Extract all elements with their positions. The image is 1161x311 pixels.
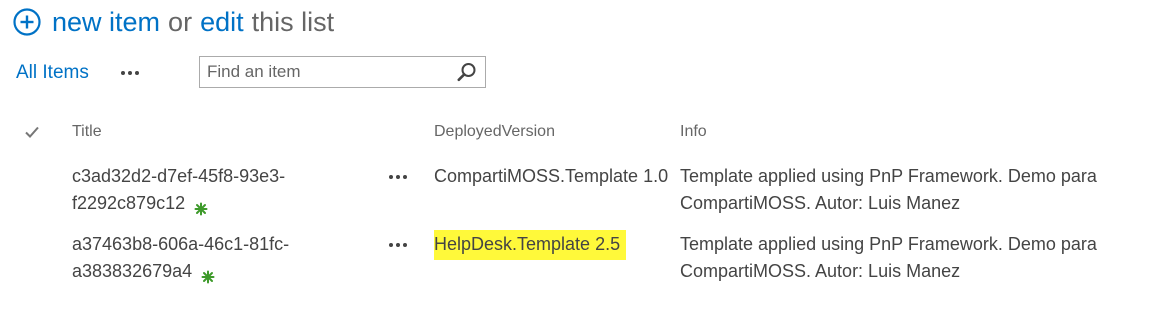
checkmark-icon[interactable]	[24, 124, 40, 140]
ellipsis-icon[interactable]	[389, 175, 407, 179]
view-tab-all-items[interactable]: All Items	[16, 62, 89, 84]
table-row[interactable]: a37463b8-606a-46c1-81fc- a383832679a4 He…	[0, 230, 1161, 297]
ellipsis-icon[interactable]	[120, 71, 139, 75]
or-text: or	[168, 7, 193, 37]
circle-plus-icon[interactable]	[12, 7, 42, 37]
title-cell: a37463b8-606a-46c1-81fc- a383832679a4	[72, 231, 372, 285]
ellipsis-icon[interactable]	[389, 243, 407, 247]
deployed-version-cell: CompartiMOSS.Template 1.0	[434, 166, 669, 186]
item-title-line2[interactable]: a383832679a4	[72, 261, 192, 281]
new-item-link[interactable]: new item	[52, 2, 160, 42]
info-cell: Template applied using PnP Framework. De…	[680, 234, 1097, 281]
view-toolbar: All Items	[16, 55, 486, 91]
info-cell: Template applied using PnP Framework. De…	[680, 166, 1097, 213]
magnifier-icon[interactable]	[457, 62, 477, 82]
table-row[interactable]: c3ad32d2-d7ef-45f8-93e3- f2292c879c12 Co…	[0, 163, 1161, 229]
search-input[interactable]	[200, 58, 447, 86]
title-cell: c3ad32d2-d7ef-45f8-93e3- f2292c879c12	[72, 163, 372, 217]
item-title-line2[interactable]: f2292c879c12	[72, 193, 185, 213]
new-star-icon	[194, 197, 208, 216]
column-header-deployed-version[interactable]: DeployedVersion	[434, 112, 555, 152]
column-header-info[interactable]: Info	[680, 112, 707, 152]
item-title-line1[interactable]: c3ad32d2-d7ef-45f8-93e3-	[72, 166, 285, 186]
edit-list-link[interactable]: edit	[200, 2, 244, 42]
item-title-line1[interactable]: a37463b8-606a-46c1-81fc-	[72, 234, 289, 254]
this-list-text: this list	[251, 7, 335, 37]
column-header-title[interactable]: Title	[72, 112, 102, 152]
highlighted-version-text: HelpDesk.Template 2.5	[434, 230, 627, 260]
list-command-heading: new item or edit this list	[12, 2, 334, 42]
new-star-icon	[201, 265, 215, 284]
search-box	[199, 56, 486, 88]
deployed-version-cell: HelpDesk.Template 2.5	[434, 230, 670, 260]
